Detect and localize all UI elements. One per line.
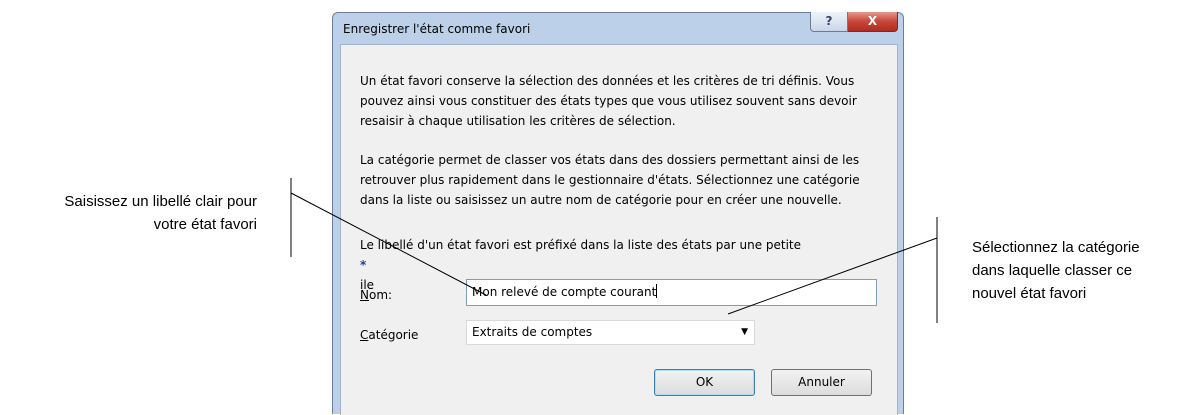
left-callout-pointer xyxy=(290,192,487,296)
callout-lines xyxy=(290,178,938,323)
right-callout-pointer xyxy=(727,237,938,315)
